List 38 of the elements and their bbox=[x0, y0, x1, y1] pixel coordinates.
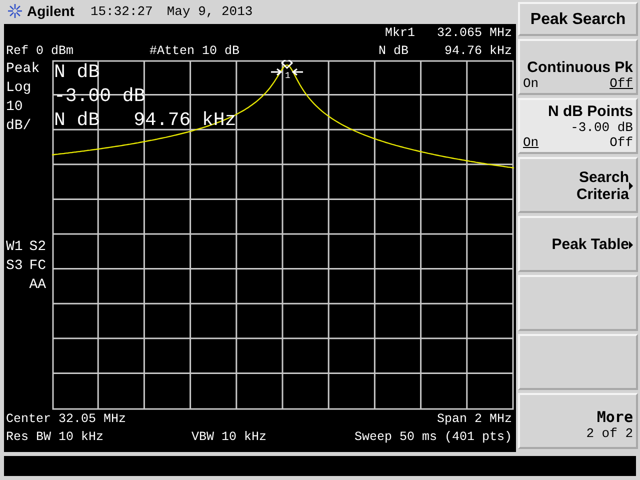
trace-flag-label: AA bbox=[29, 276, 46, 295]
scale-label: Log bbox=[6, 79, 32, 98]
trace-flag-label: W1 bbox=[6, 238, 23, 257]
frequency-span: Span 2 MHz bbox=[436, 411, 512, 428]
caret-icon bbox=[629, 182, 633, 190]
marker-frequency: 32.065 MHz bbox=[436, 25, 512, 42]
blank-softkey[interactable] bbox=[518, 275, 638, 331]
marker-diamond-icon bbox=[280, 60, 294, 70]
scale-label: Peak bbox=[6, 60, 40, 79]
menu-title: Peak Search bbox=[518, 2, 638, 36]
reference-level: Ref 0 dBm bbox=[6, 43, 74, 60]
caret-icon bbox=[629, 240, 633, 248]
scale-label: 10 bbox=[6, 98, 23, 117]
resolution-bandwidth: Res BW 10 kHz bbox=[6, 429, 104, 446]
video-bandwidth: VBW 10 kHz bbox=[191, 429, 266, 446]
sweep-time: Sweep 50 ms (401 pts) bbox=[354, 429, 512, 446]
trace-flag-label: FC bbox=[29, 257, 46, 276]
toggle-softkey[interactable]: N dB Points -3.00 dB On Off bbox=[518, 98, 638, 154]
brand-name: Agilent bbox=[27, 3, 74, 19]
marker-label: Mkr1 bbox=[384, 25, 415, 42]
submenu-softkey[interactable]: Search Criteria bbox=[518, 157, 638, 213]
more-softkey[interactable]: More 2 of 2 bbox=[518, 393, 638, 449]
attenuation: #Atten 10 dB bbox=[150, 43, 240, 60]
ndb-bandwidth: 94.76 kHz bbox=[444, 43, 512, 60]
clock-time: 15:32:27 bbox=[90, 4, 153, 18]
scale-label: dB/ bbox=[6, 117, 32, 136]
blank-softkey[interactable] bbox=[518, 334, 638, 390]
trace-flag-label: S2 bbox=[29, 238, 46, 257]
date: May 9, 2013 bbox=[166, 4, 253, 18]
ndb-label: N dB bbox=[378, 43, 408, 60]
marker-number: 1 bbox=[284, 71, 292, 81]
left-arrow-icon bbox=[292, 68, 304, 76]
submenu-softkey[interactable]: Peak Table bbox=[518, 216, 638, 272]
logo-icon bbox=[7, 3, 23, 19]
trace-flag-label: S3 bbox=[6, 257, 23, 276]
center-frequency: Center 32.05 MHz bbox=[6, 411, 126, 428]
toggle-softkey[interactable]: Continuous Pk On Off bbox=[518, 39, 638, 95]
right-arrow-icon bbox=[270, 68, 282, 76]
